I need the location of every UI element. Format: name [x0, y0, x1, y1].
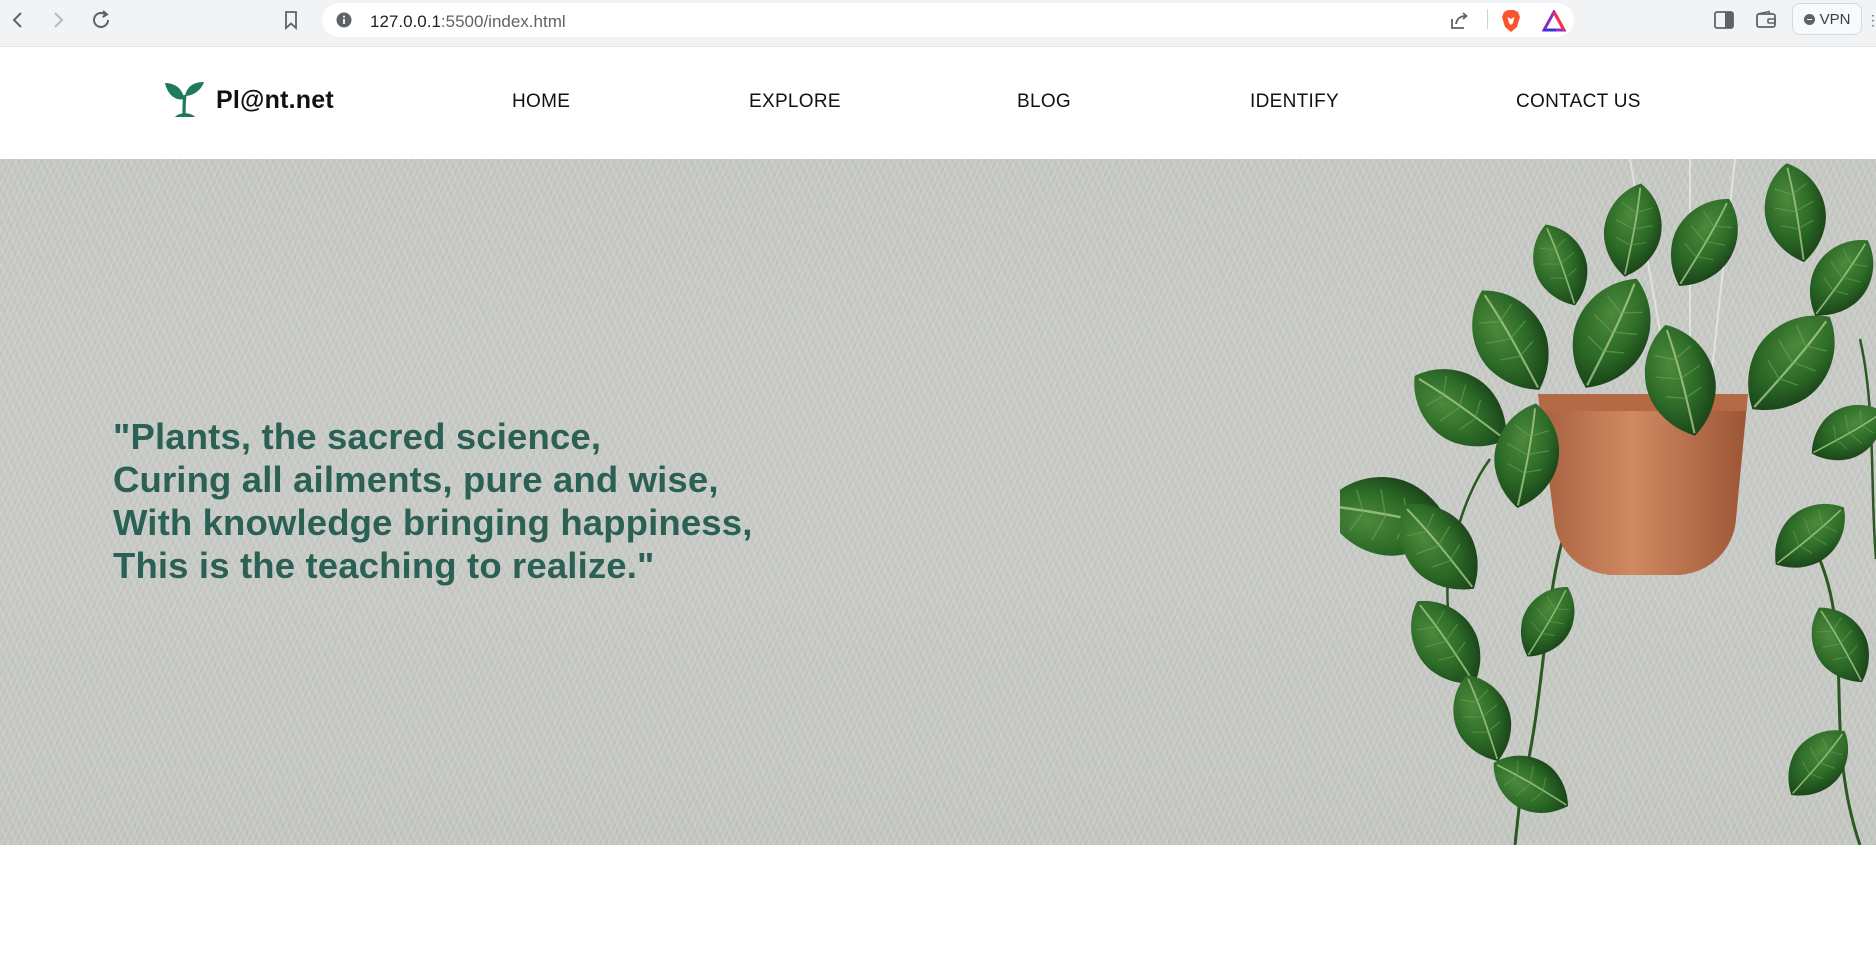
quote-line-3: With knowledge bringing happiness, — [113, 502, 753, 543]
nav-explore[interactable]: EXPLORE — [749, 91, 841, 113]
vpn-label: VPN — [1819, 10, 1851, 28]
site-header: Pl@nt.net HOME EXPLORE BLOG IDENTIFY CON… — [0, 47, 1876, 159]
reload-icon — [93, 10, 109, 28]
sidebar-icon[interactable] — [1713, 10, 1735, 30]
hero-banner: "Plants, the sacred science, Curing all … — [0, 159, 1876, 845]
address-bar[interactable]: 127.0.0.1:5500/index.html — [322, 3, 1574, 37]
hanging-plant-image — [1340, 159, 1876, 845]
quote-line-4: This is the teaching to realize." — [113, 545, 655, 586]
menu-icon[interactable]: ⋮ — [1866, 12, 1876, 29]
forward-button[interactable] — [46, 8, 70, 32]
back-button[interactable] — [6, 8, 30, 32]
bookmark-icon — [285, 11, 297, 30]
share-icon[interactable] — [1448, 10, 1470, 32]
forward-icon — [54, 12, 64, 28]
info-icon[interactable] — [336, 12, 352, 28]
url-text[interactable]: 127.0.0.1:5500/index.html — [370, 12, 566, 32]
brave-rewards-icon[interactable] — [1542, 10, 1566, 32]
logo[interactable]: Pl@nt.net — [164, 81, 334, 119]
bookmark-button[interactable] — [279, 8, 303, 32]
wallet-icon[interactable] — [1755, 10, 1777, 30]
nav-contact-us[interactable]: CONTACT US — [1516, 91, 1641, 113]
brave-shield-icon[interactable] — [1500, 9, 1522, 33]
vpn-status-icon — [1803, 13, 1815, 25]
nav-identify[interactable]: IDENTIFY — [1250, 91, 1339, 113]
nav-blog[interactable]: BLOG — [1017, 91, 1071, 113]
url-host: 127.0.0.1 — [370, 12, 441, 31]
quote-line-1: "Plants, the sacred science, — [113, 416, 602, 457]
browser-toolbar: 127.0.0.1:5500/index.html VPN ⋮ — [0, 0, 1876, 47]
quote-line-2: Curing all ailments, pure and wise, — [113, 459, 719, 500]
vpn-button[interactable]: VPN — [1792, 3, 1862, 35]
logo-text: Pl@nt.net — [216, 85, 334, 114]
back-icon — [12, 12, 22, 28]
sprout-icon — [165, 82, 204, 117]
hero-quote: "Plants, the sacred science, Curing all … — [113, 415, 752, 587]
url-path: :5500/index.html — [440, 12, 566, 31]
address-separator — [1487, 9, 1488, 29]
reload-button[interactable] — [89, 8, 113, 32]
nav-home[interactable]: HOME — [512, 91, 570, 113]
